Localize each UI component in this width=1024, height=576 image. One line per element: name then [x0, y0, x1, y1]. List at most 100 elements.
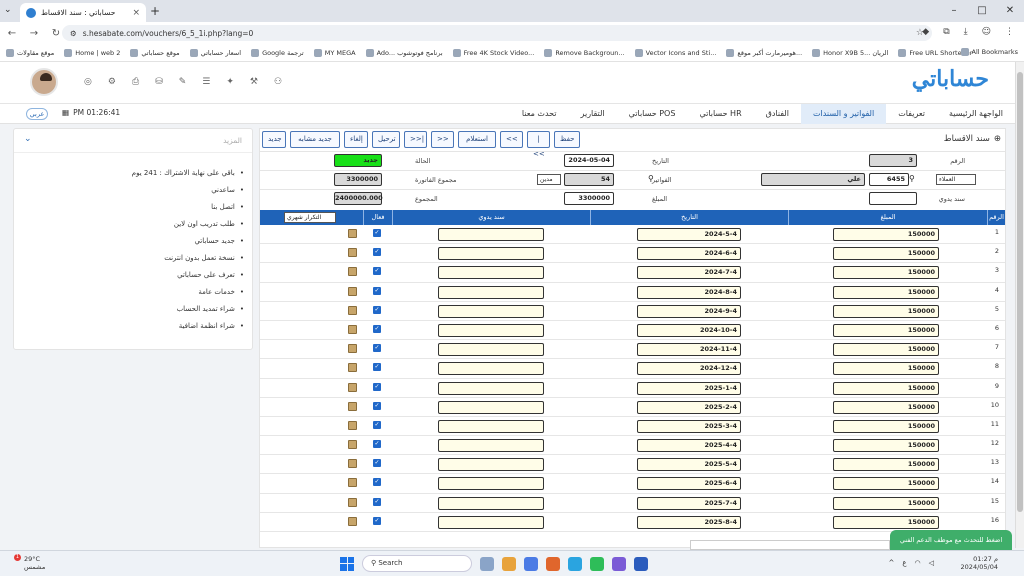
list-item[interactable]: طلب تدريب اون لاين	[14, 216, 252, 233]
first-button[interactable]: |<<	[527, 131, 550, 158]
language-icon[interactable]: ع	[902, 559, 906, 567]
menu-hr[interactable]: حساباتي HR	[687, 104, 753, 124]
row-copy-icon[interactable]	[348, 420, 357, 430]
row-manual-doc-field[interactable]	[438, 247, 544, 261]
browser-tab[interactable]: حساباتي : سند الاقساط ×	[20, 3, 146, 22]
row-amount-field[interactable]: 150000	[833, 458, 939, 472]
whatsapp-icon[interactable]	[590, 556, 604, 571]
row-date-field[interactable]: 2025-4-4	[637, 439, 741, 453]
taskbar-search[interactable]: ⚲ Search	[362, 555, 472, 572]
row-amount-field[interactable]: 150000	[833, 323, 939, 337]
bookmark-item[interactable]: MY MEGA	[313, 48, 356, 57]
new-tab-button[interactable]: +	[150, 4, 160, 18]
date-field[interactable]: 2024-05-04	[564, 154, 614, 167]
row-date-field[interactable]: 2025-6-4	[637, 477, 741, 491]
row-manual-doc-field[interactable]	[438, 343, 544, 357]
taskbar-clock[interactable]: 01:27 م 2024/05/04	[961, 555, 998, 571]
menu-pos[interactable]: حساباتي POS	[617, 104, 688, 124]
row-manual-doc-field[interactable]	[438, 304, 544, 318]
telegram-icon[interactable]	[568, 556, 582, 571]
row-manual-doc-field[interactable]	[438, 458, 544, 472]
save-button[interactable]: حفظ	[554, 131, 580, 148]
support-chat-button[interactable]: اضغط للتحدث مع موظف الدعم الفني	[890, 530, 1012, 550]
row-date-field[interactable]: 2024-7-4	[637, 266, 741, 280]
row-amount-field[interactable]: 150000	[833, 400, 939, 414]
invoice-search-icon[interactable]: ⚲	[648, 174, 654, 183]
list-item[interactable]: اتصل بنا	[14, 199, 252, 216]
customer-search-icon[interactable]: ⚲	[909, 174, 915, 183]
row-active-checkbox[interactable]: ✓	[373, 229, 381, 237]
close-tab-icon[interactable]: ×	[132, 8, 140, 18]
row-manual-doc-field[interactable]	[438, 323, 544, 337]
row-date-field[interactable]: 2024-5-4	[637, 228, 741, 241]
chevron-up-icon[interactable]: ^	[888, 559, 894, 567]
database-icon[interactable]: ☰	[202, 77, 210, 87]
brave-icon[interactable]	[546, 556, 560, 571]
amount-field[interactable]: 3300000	[564, 192, 614, 205]
row-copy-icon[interactable]	[348, 286, 357, 296]
menu-hotels[interactable]: الفنادق	[754, 104, 801, 124]
list-item[interactable]: شراء تمديد الحساب	[14, 301, 252, 318]
row-amount-field[interactable]: 150000	[833, 266, 939, 280]
word-icon[interactable]	[634, 556, 648, 571]
row-active-checkbox[interactable]: ✓	[373, 324, 381, 333]
row-date-field[interactable]: 2025-1-4	[637, 381, 741, 395]
bookmark-item[interactable]: Ado... برنامج فوتوشوب	[365, 48, 443, 57]
more-panel-header[interactable]: المزيد ⌄	[14, 129, 252, 153]
list-item[interactable]: جديد حساباتي	[14, 233, 252, 250]
extension-icon[interactable]: ◆	[922, 27, 929, 37]
row-amount-field[interactable]: 150000	[833, 439, 939, 453]
row-manual-doc-field[interactable]	[438, 266, 544, 280]
row-active-checkbox[interactable]: ✓	[373, 459, 381, 468]
next-button[interactable]: >>	[431, 131, 454, 148]
extensions-puzzle-icon[interactable]: ⧉	[943, 27, 949, 37]
notification-icon[interactable]: ◎	[84, 77, 92, 87]
row-copy-icon[interactable]	[348, 459, 357, 469]
bookmark-item[interactable]: اسعار حساباتي	[189, 48, 241, 57]
row-manual-doc-field[interactable]	[438, 400, 544, 414]
cancel-button[interactable]: إلغاء	[344, 131, 368, 148]
query-button[interactable]: استعلام	[458, 131, 496, 148]
row-amount-field[interactable]: 150000	[833, 381, 939, 395]
row-copy-icon[interactable]	[348, 344, 357, 354]
app-icon[interactable]	[612, 556, 626, 571]
print-icon[interactable]: ⎙	[132, 77, 139, 87]
bookmark-item[interactable]: Vector Icons and Sti...	[634, 48, 716, 57]
chat-input[interactable]	[690, 540, 890, 550]
cart-icon[interactable]: ⛁	[155, 77, 163, 87]
row-date-field[interactable]: 2025-8-4	[637, 515, 741, 529]
all-bookmarks[interactable]: All Bookmarks	[960, 48, 1018, 56]
list-item[interactable]: شراء انظمة اضافية	[14, 318, 252, 335]
bookmark-item[interactable]: Honor X9B 5... الريان	[812, 48, 888, 57]
menu-invoices-vouchers[interactable]: الفواتير و السندات	[800, 104, 887, 124]
row-active-checkbox[interactable]: ✓	[373, 420, 381, 429]
bookmark-item[interactable]: موقع حساباتي	[130, 48, 180, 57]
site-info-icon[interactable]: ⚙	[70, 29, 77, 38]
reload-button[interactable]: ↻	[50, 28, 62, 39]
row-copy-icon[interactable]	[348, 305, 357, 315]
row-active-checkbox[interactable]: ✓	[373, 440, 381, 449]
row-amount-field[interactable]: 150000	[833, 419, 939, 433]
row-date-field[interactable]: 2024-11-4	[637, 343, 741, 357]
last-button[interactable]: >>|	[404, 131, 427, 148]
row-date-field[interactable]: 2025-3-4	[637, 419, 741, 433]
bookmark-item[interactable]: Remove Backgroun...	[544, 48, 625, 57]
back-button[interactable]: ←	[6, 28, 18, 39]
row-active-checkbox[interactable]: ✓	[373, 248, 381, 257]
bookmark-item[interactable]: موقع مقاولات	[6, 48, 54, 57]
user-switch-icon[interactable]: ⚇	[274, 77, 282, 87]
list-item[interactable]: تعرف على حساباتي	[14, 267, 252, 284]
wifi-icon[interactable]: ◠	[915, 559, 921, 567]
row-copy-icon[interactable]	[348, 229, 357, 238]
minimize-button[interactable]: –	[940, 0, 968, 22]
bookmark-item[interactable]: Free 4K Stock Video...	[452, 48, 534, 57]
close-window-button[interactable]: ✕	[996, 0, 1024, 22]
row-active-checkbox[interactable]: ✓	[373, 382, 381, 391]
row-active-checkbox[interactable]: ✓	[373, 401, 381, 410]
language-button[interactable]: عربي	[26, 108, 48, 120]
menu-definitions[interactable]: تعريفات	[886, 104, 937, 124]
row-copy-icon[interactable]	[348, 267, 357, 277]
download-icon[interactable]: ⤓	[964, 27, 968, 37]
row-date-field[interactable]: 2024-12-4	[637, 362, 741, 376]
bookmark-item[interactable]: Google ترجمة	[251, 48, 304, 57]
